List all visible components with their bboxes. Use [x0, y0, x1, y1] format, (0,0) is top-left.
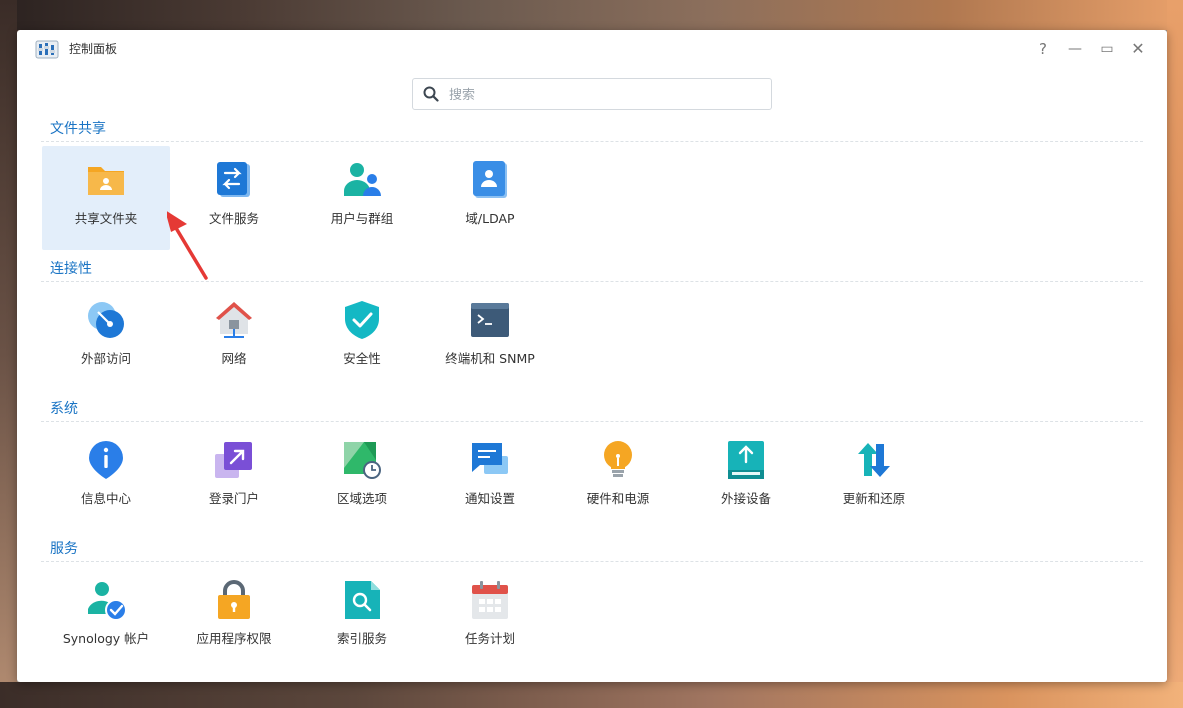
- tile-label: 外接设备: [720, 491, 771, 506]
- tile-label: 终端机和 SNMP: [445, 351, 535, 366]
- tile-label: 域/LDAP: [465, 211, 515, 226]
- tile-shared-folder[interactable]: 共享文件夹: [42, 146, 170, 250]
- tile-label: 网络: [221, 351, 247, 366]
- terminal-snmp-icon: [471, 303, 509, 337]
- tile-label: Synology 帐户: [62, 631, 150, 646]
- search-box[interactable]: [412, 78, 772, 110]
- tile-notification[interactable]: 通知设置: [426, 426, 554, 530]
- title-bar[interactable]: 控制面板 ? — ▭ ✕: [17, 30, 1167, 68]
- security-icon: [345, 301, 379, 339]
- tile-label: 应用程序权限: [196, 631, 272, 646]
- domain-ldap-icon: [473, 161, 507, 198]
- user-group-icon: [344, 163, 381, 196]
- tile-label: 通知设置: [464, 491, 515, 506]
- section-divider: [41, 561, 1143, 562]
- app-privileges-icon: [218, 580, 250, 619]
- tile-synology-account[interactable]: Synology 帐户: [42, 566, 170, 670]
- section-title-connectivity: 连接性: [50, 261, 92, 277]
- section-divider: [41, 421, 1143, 422]
- tile-label: 硬件和电源: [586, 491, 650, 506]
- tile-label: 登录门户: [208, 491, 259, 506]
- tile-task-scheduler[interactable]: 任务计划: [426, 566, 554, 670]
- close-button[interactable]: ✕: [1128, 39, 1148, 59]
- tile-user-group[interactable]: 用户与群组: [298, 146, 426, 250]
- tile-external-devices[interactable]: 外接设备: [682, 426, 810, 530]
- file-services-icon: [217, 162, 250, 197]
- annotation-arrow: [167, 211, 208, 280]
- tile-app-privileges[interactable]: 应用程序权限: [170, 566, 298, 670]
- tile-terminal-snmp[interactable]: 终端机和 SNMP: [426, 286, 554, 390]
- login-portal-icon: [215, 442, 252, 478]
- tile-login-portal[interactable]: 登录门户: [170, 426, 298, 530]
- external-devices-icon: [728, 441, 764, 479]
- desktop-wallpaper-bottom: [0, 682, 1183, 708]
- tile-label: 信息中心: [80, 491, 131, 506]
- maximize-button[interactable]: ▭: [1097, 39, 1117, 59]
- external-access-icon: [88, 302, 124, 338]
- search-icon: [423, 86, 439, 102]
- indexing-service-icon: [345, 581, 380, 619]
- section-divider: [41, 141, 1143, 142]
- tile-label: 区域选项: [336, 491, 387, 506]
- task-scheduler-icon: [472, 581, 508, 619]
- tile-label: 任务计划: [464, 631, 515, 646]
- update-restore-icon: [858, 443, 890, 477]
- tile-label: 索引服务: [336, 631, 387, 646]
- tile-security[interactable]: 安全性: [298, 286, 426, 390]
- tile-label: 用户与群组: [330, 211, 394, 226]
- info-center-icon: [89, 441, 123, 479]
- desktop-wallpaper-right: [1167, 0, 1183, 708]
- minimize-button[interactable]: —: [1065, 39, 1085, 59]
- tile-label: 共享文件夹: [74, 211, 138, 226]
- hardware-power-icon: [604, 441, 632, 477]
- tile-hardware-power[interactable]: 硬件和电源: [554, 426, 682, 530]
- help-button[interactable]: ?: [1033, 39, 1053, 59]
- tile-label: 安全性: [343, 351, 381, 366]
- synology-account-icon: [88, 582, 126, 620]
- control-panel-app-icon: [35, 40, 59, 59]
- tile-domain-ldap[interactable]: 域/LDAP: [426, 146, 554, 250]
- tile-external-access[interactable]: 外部访问: [42, 286, 170, 390]
- section-title-file-sharing: 文件共享: [50, 121, 106, 137]
- tile-update-restore[interactable]: 更新和还原: [810, 426, 938, 530]
- shared-folder-icon: [88, 167, 124, 195]
- desktop-wallpaper-top: [0, 0, 1183, 30]
- window-title: 控制面板: [69, 42, 118, 56]
- notification-icon: [472, 443, 508, 474]
- control-panel-window: 控制面板 ? — ▭ ✕ 文件共享 共享文件夹 文件服务: [17, 30, 1167, 682]
- regional-options-icon: [344, 442, 381, 479]
- section-title-services: 服务: [50, 541, 78, 557]
- tile-indexing-service[interactable]: 索引服务: [298, 566, 426, 670]
- tile-regional-options[interactable]: 区域选项: [298, 426, 426, 530]
- desktop-wallpaper-left: [0, 0, 17, 708]
- search-input[interactable]: [447, 83, 761, 107]
- tile-label: 外部访问: [80, 351, 131, 366]
- tile-info-center[interactable]: 信息中心: [42, 426, 170, 530]
- tile-label: 更新和还原: [842, 491, 906, 506]
- section-title-system: 系统: [50, 401, 78, 417]
